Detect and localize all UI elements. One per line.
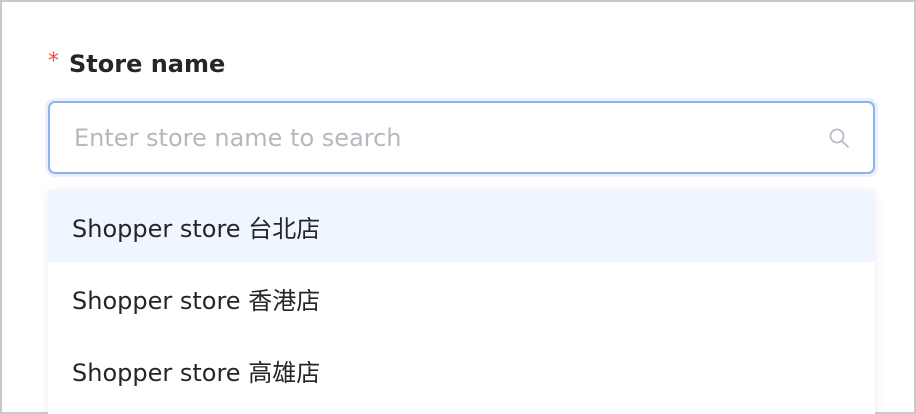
search-icon xyxy=(829,128,849,148)
store-search-input[interactable] xyxy=(72,122,815,153)
dropdown-option-label: Shopper store 香港店 xyxy=(72,286,321,315)
store-name-label: Store name xyxy=(69,50,226,78)
field-label-row: * Store name xyxy=(48,46,225,82)
store-search-field[interactable] xyxy=(48,101,875,174)
dropdown-option[interactable]: Shopper store 台北店 xyxy=(48,190,875,262)
dropdown-option[interactable]: Shopper store 香港店 xyxy=(48,262,875,334)
dropdown-option-label: Shopper store 高雄店 xyxy=(72,358,321,387)
dropdown-option[interactable]: Shopper store 高雄店 xyxy=(48,334,875,406)
dropdown-option-label: Shopper store 台北店 xyxy=(72,214,321,243)
required-mark: * xyxy=(48,49,59,74)
store-name-dialog: * Store name Shopper store 台北店 Shopper s… xyxy=(0,0,916,414)
store-suggestions-dropdown: Shopper store 台北店 Shopper store 香港店 Shop… xyxy=(48,190,875,414)
